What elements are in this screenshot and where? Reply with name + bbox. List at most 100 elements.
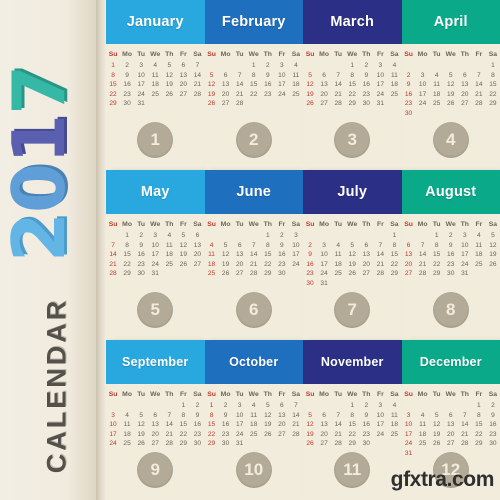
day-cell[interactable]: 4: [148, 61, 162, 71]
day-cell[interactable]: 27: [317, 439, 331, 449]
day-cell[interactable]: 22: [486, 90, 500, 100]
day-cell[interactable]: 9: [134, 241, 148, 251]
day-cell[interactable]: 20: [317, 430, 331, 440]
day-cell[interactable]: 28: [472, 99, 486, 109]
day-cell[interactable]: 13: [219, 80, 233, 90]
day-cell[interactable]: 28: [373, 269, 387, 279]
day-cell[interactable]: 8: [247, 71, 261, 81]
day-cell[interactable]: 3: [148, 231, 162, 241]
day-cell[interactable]: 4: [247, 401, 261, 411]
day-cell[interactable]: 9: [275, 241, 289, 251]
day-cell[interactable]: 29: [345, 439, 359, 449]
day-cell[interactable]: 6: [233, 241, 247, 251]
day-cell[interactable]: 2: [261, 61, 275, 71]
day-cell[interactable]: 5: [486, 231, 500, 241]
day-cell[interactable]: 10: [148, 241, 162, 251]
day-cell[interactable]: 4: [289, 61, 303, 71]
day-cell[interactable]: 1: [261, 231, 275, 241]
day-cell[interactable]: 23: [120, 90, 134, 100]
day-cell[interactable]: 30: [303, 279, 317, 289]
day-cell[interactable]: 8: [472, 411, 486, 421]
day-cell[interactable]: 27: [458, 99, 472, 109]
day-cell[interactable]: 10: [402, 420, 416, 430]
day-cell[interactable]: 8: [176, 411, 190, 421]
day-cell[interactable]: 6: [317, 411, 331, 421]
day-cell[interactable]: 19: [162, 80, 176, 90]
day-cell[interactable]: 5: [261, 401, 275, 411]
day-cell[interactable]: 7: [190, 61, 204, 71]
day-cell[interactable]: 17: [373, 80, 387, 90]
day-cell[interactable]: 11: [205, 250, 219, 260]
day-cell[interactable]: 12: [345, 250, 359, 260]
day-cell[interactable]: 19: [219, 260, 233, 270]
day-cell[interactable]: 1: [247, 61, 261, 71]
month-card-august[interactable]: August Su Mo Tu We Th Fr Sa 1 2 3 4 5 6 7 8 9 10 11 12 13 14 1…: [401, 170, 500, 340]
day-cell[interactable]: 14: [190, 71, 204, 81]
day-cell[interactable]: 25: [416, 439, 430, 449]
day-cell[interactable]: 16: [261, 80, 275, 90]
day-cell[interactable]: 4: [387, 401, 401, 411]
day-cell[interactable]: 31: [233, 439, 247, 449]
day-cell[interactable]: 5: [176, 231, 190, 241]
month-card-april[interactable]: April Su Mo Tu We Th Fr Sa 1 2 3 4 5 6 7 8 9 10 11 12 13 14 15…: [401, 0, 500, 170]
day-cell[interactable]: 17: [416, 90, 430, 100]
day-cell[interactable]: 25: [472, 260, 486, 270]
day-cell[interactable]: 20: [402, 260, 416, 270]
day-cell[interactable]: 4: [387, 61, 401, 71]
day-cell[interactable]: 20: [148, 430, 162, 440]
day-cell[interactable]: 26: [345, 269, 359, 279]
day-cell[interactable]: 1: [486, 61, 500, 71]
day-cell[interactable]: 16: [359, 80, 373, 90]
day-cell[interactable]: 7: [373, 241, 387, 251]
day-cell[interactable]: 3: [289, 231, 303, 241]
day-cell[interactable]: 19: [345, 260, 359, 270]
day-cell[interactable]: 4: [430, 71, 444, 81]
day-cell[interactable]: 29: [106, 99, 120, 109]
day-cell[interactable]: 27: [444, 439, 458, 449]
day-cell[interactable]: 14: [331, 80, 345, 90]
day-cell[interactable]: 6: [444, 411, 458, 421]
day-cell[interactable]: 13: [233, 250, 247, 260]
day-cell[interactable]: 5: [219, 241, 233, 251]
day-cell[interactable]: 9: [261, 71, 275, 81]
day-cell[interactable]: 13: [190, 241, 204, 251]
day-cell[interactable]: 8: [345, 71, 359, 81]
day-cell[interactable]: 24: [233, 430, 247, 440]
day-cell[interactable]: 21: [289, 420, 303, 430]
day-cell[interactable]: 7: [233, 71, 247, 81]
day-cell[interactable]: 8: [106, 71, 120, 81]
day-cell[interactable]: 18: [162, 250, 176, 260]
month-card-january[interactable]: January Su Mo Tu We Th Fr Sa 1 2 3 4 5 6 7 8 9 10 11 12 13 14…: [106, 0, 205, 170]
day-cell[interactable]: 17: [134, 80, 148, 90]
day-cell[interactable]: 26: [205, 99, 219, 109]
day-cell[interactable]: 21: [331, 430, 345, 440]
day-cell[interactable]: 15: [486, 80, 500, 90]
day-cell[interactable]: 29: [205, 439, 219, 449]
day-cell[interactable]: 14: [472, 80, 486, 90]
day-cell[interactable]: 30: [190, 439, 204, 449]
day-cell[interactable]: 22: [345, 90, 359, 100]
day-cell[interactable]: 28: [331, 439, 345, 449]
day-cell[interactable]: 30: [486, 439, 500, 449]
day-cell[interactable]: 12: [430, 420, 444, 430]
day-cell[interactable]: 1: [430, 231, 444, 241]
day-cell[interactable]: 25: [289, 90, 303, 100]
day-cell[interactable]: 15: [106, 80, 120, 90]
day-cell[interactable]: 14: [416, 250, 430, 260]
day-cell[interactable]: 1: [345, 401, 359, 411]
day-cell[interactable]: 29: [486, 99, 500, 109]
day-cell[interactable]: 4: [162, 231, 176, 241]
day-cell[interactable]: 14: [247, 250, 261, 260]
day-cell[interactable]: 16: [275, 250, 289, 260]
day-cell[interactable]: 5: [303, 71, 317, 81]
day-cell[interactable]: 29: [387, 269, 401, 279]
day-cell[interactable]: 1: [387, 231, 401, 241]
month-card-september[interactable]: September Su Mo Tu We Th Fr Sa 1 2 3 4 5 6 7 8 9 10 11 12 13…: [106, 340, 205, 500]
day-cell[interactable]: 24: [317, 269, 331, 279]
day-cell[interactable]: 15: [261, 250, 275, 260]
day-cell[interactable]: 22: [176, 430, 190, 440]
day-cell[interactable]: 20: [176, 80, 190, 90]
day-cell[interactable]: 10: [289, 241, 303, 251]
day-cell[interactable]: 2: [359, 61, 373, 71]
day-cell[interactable]: 26: [303, 439, 317, 449]
